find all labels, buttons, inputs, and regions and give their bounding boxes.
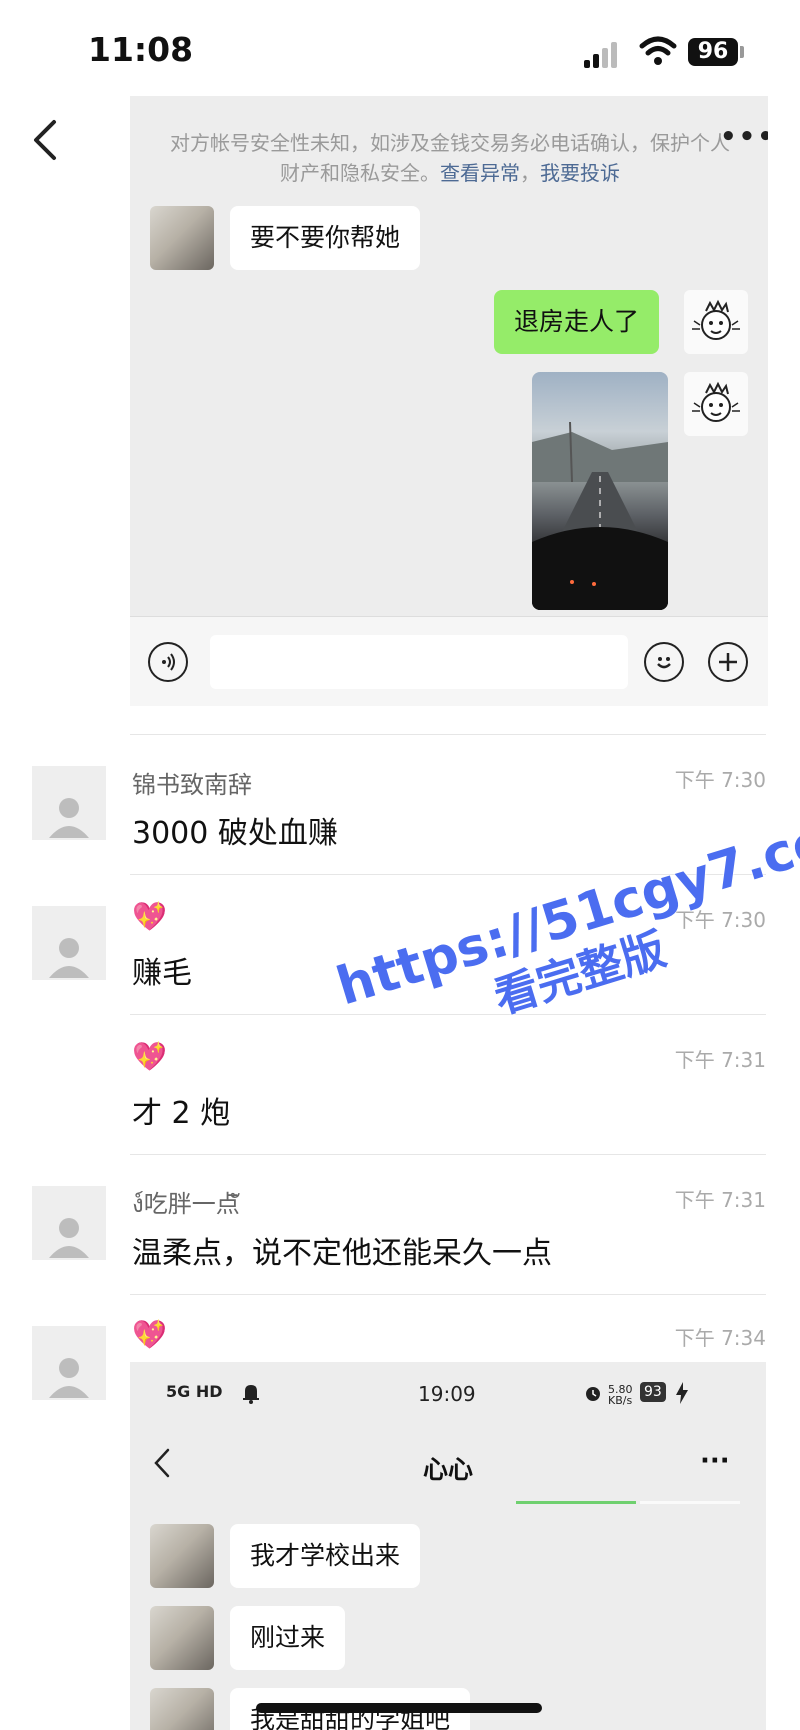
- alarm-icon: [584, 1384, 602, 1406]
- avatar-placeholder[interactable]: [32, 906, 106, 980]
- notice-separator: ，: [520, 161, 540, 185]
- message-bubble-left: 我才学校出来: [230, 1524, 421, 1588]
- self-avatar[interactable]: [684, 372, 748, 436]
- comment-time: 下午 7:34: [674, 1326, 766, 1350]
- comment-author-emoji: 💖: [132, 1318, 167, 1351]
- message-input[interactable]: [210, 635, 628, 689]
- network-speed: 5.80 KB/s: [608, 1383, 633, 1407]
- home-indicator[interactable]: [256, 1703, 542, 1713]
- comment-time: 下午 7:30: [674, 768, 766, 792]
- phone-time: 19:09: [418, 1382, 476, 1406]
- divider: [130, 1154, 766, 1155]
- comment-text: 3000 破处血赚: [132, 816, 338, 851]
- wifi-icon: [638, 34, 678, 68]
- comment-text: 赚毛: [132, 956, 192, 991]
- avatar-placeholder[interactable]: [32, 1186, 106, 1260]
- phone-battery: 93: [640, 1382, 666, 1402]
- view-anomaly-link[interactable]: 查看异常: [440, 161, 520, 185]
- contact-avatar[interactable]: [150, 1606, 214, 1670]
- self-avatar[interactable]: [684, 290, 748, 354]
- message-bubble-left: 要不要你帮她: [230, 206, 421, 270]
- battery-cap: [740, 46, 744, 58]
- comment-author-emoji: 💖: [132, 900, 167, 933]
- comment-author-emoji: 💖: [132, 1040, 167, 1073]
- embedded-chat-screenshot: 对方帐号安全性未知，如涉及金钱交易务必电话确认，保护个人财产和隐私安全。查看异常…: [130, 96, 768, 706]
- more-icon[interactable]: •••: [720, 122, 768, 152]
- chat-title: 心心: [422, 1455, 473, 1484]
- security-notice: 对方帐号安全性未知，如涉及金钱交易务必电话确认，保护个人财产和隐私安全。查看异常…: [170, 128, 730, 188]
- avatar-placeholder[interactable]: [32, 766, 106, 840]
- comment-author: 锦书致南辞: [132, 771, 252, 799]
- comment-time: 下午 7:31: [674, 1188, 766, 1212]
- message-bubble-left: 刚过来: [230, 1606, 346, 1670]
- contact-avatar[interactable]: [150, 206, 214, 270]
- contact-avatar[interactable]: [150, 1688, 214, 1730]
- progress-indicator: [640, 1501, 740, 1504]
- battery-level: 96: [688, 38, 738, 66]
- status-time: 11:08: [88, 30, 194, 69]
- emoji-icon[interactable]: [644, 642, 684, 682]
- comment-time: 下午 7:31: [674, 1048, 766, 1072]
- bell-icon: [242, 1382, 260, 1408]
- voice-icon[interactable]: [148, 642, 188, 682]
- contact-avatar[interactable]: [150, 1524, 214, 1588]
- comment-author: ง์吃胖一点ั: [132, 1190, 240, 1218]
- message-bubble-right: 退房走人了: [494, 290, 660, 354]
- divider: [130, 1294, 766, 1295]
- complain-link[interactable]: 我要投诉: [540, 161, 620, 185]
- road-photo-image[interactable]: [532, 372, 668, 610]
- plus-icon[interactable]: [708, 642, 748, 682]
- comment-text: 才 2 炮: [132, 1096, 231, 1131]
- more-icon[interactable]: ···: [700, 1446, 730, 1476]
- cellular-signal-icon: [584, 40, 624, 68]
- back-chevron-icon[interactable]: [30, 118, 60, 170]
- embedded-chat-screenshot-2: 5G HD 19:09 5.80 KB/s 93 心心 ··· 我才学校出来 刚…: [130, 1362, 766, 1730]
- divider: [130, 734, 766, 735]
- chat-input-bar: [130, 616, 768, 706]
- avatar-placeholder[interactable]: [32, 1326, 106, 1400]
- comment-text: 温柔点，说不定他还能呆久一点: [132, 1236, 552, 1271]
- charging-bolt-icon: [676, 1382, 688, 1408]
- watermark: https://51cgy7.com 看完整版: [330, 795, 800, 1069]
- network-status: 5G HD: [166, 1382, 223, 1401]
- progress-indicator: [516, 1501, 636, 1504]
